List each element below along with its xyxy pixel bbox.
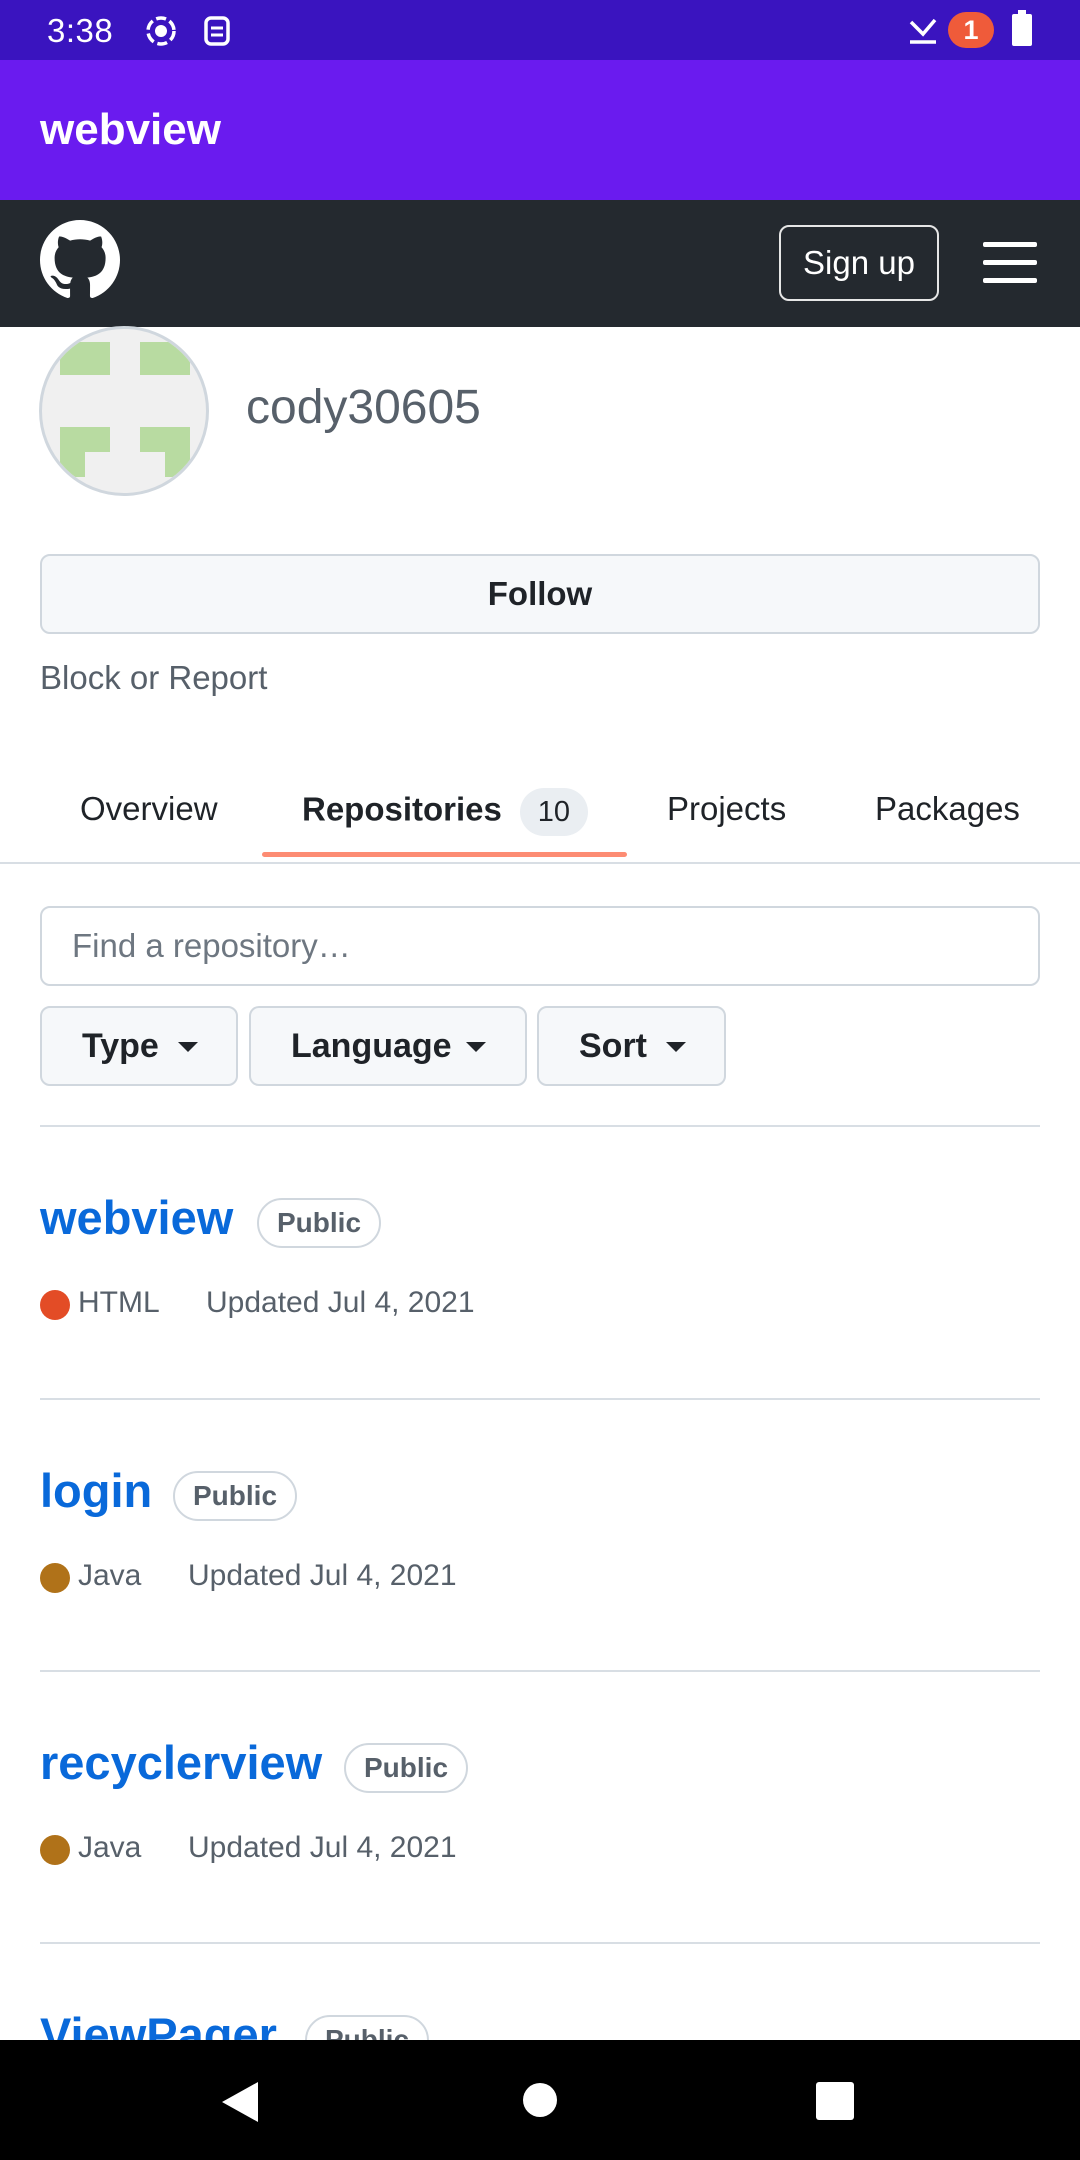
divider bbox=[40, 1670, 1040, 1672]
repo-name-link[interactable]: login bbox=[40, 1463, 152, 1518]
visibility-badge: Public bbox=[173, 1471, 298, 1521]
divider bbox=[40, 1125, 1040, 1127]
filter-label: Type bbox=[82, 1027, 159, 1065]
sort-filter-button[interactable]: Sort bbox=[537, 1006, 726, 1086]
back-icon[interactable] bbox=[222, 2082, 258, 2122]
tab-label: Repositories bbox=[302, 790, 502, 828]
chevron-down-icon bbox=[466, 1042, 486, 1052]
follow-button[interactable]: Follow bbox=[40, 554, 1040, 634]
language-color-dot bbox=[40, 1835, 70, 1865]
tab-overview[interactable]: Overview bbox=[80, 790, 218, 828]
home-icon[interactable] bbox=[523, 2083, 557, 2117]
filter-label: Sort bbox=[579, 1027, 647, 1065]
active-tab-indicator bbox=[262, 852, 627, 857]
language-color-dot bbox=[40, 1563, 70, 1593]
updated-date: Updated Jul 4, 2021 bbox=[206, 1286, 475, 1319]
app-title: webview bbox=[40, 105, 221, 154]
repo-name-link[interactable]: recyclerview bbox=[40, 1735, 322, 1790]
status-time: 3:38 bbox=[47, 12, 114, 49]
repo-name-link[interactable]: webview bbox=[40, 1190, 233, 1245]
avatar[interactable] bbox=[39, 326, 209, 496]
tab-projects[interactable]: Projects bbox=[667, 790, 786, 828]
assistant-icon bbox=[204, 16, 230, 46]
tab-label: Overview bbox=[80, 790, 218, 827]
language-name: Java bbox=[78, 1831, 142, 1864]
screen-record-icon bbox=[146, 16, 176, 46]
visibility-badge: Public bbox=[344, 1743, 469, 1793]
type-filter-button[interactable]: Type bbox=[40, 1006, 238, 1086]
repositories-count-badge: 10 bbox=[519, 788, 588, 836]
sign-up-button[interactable]: Sign up bbox=[779, 225, 939, 301]
repository-search-input[interactable] bbox=[40, 906, 1040, 986]
language-filter-button[interactable]: Language bbox=[249, 1006, 527, 1086]
filter-label: Language bbox=[291, 1027, 452, 1065]
updated-date: Updated Jul 4, 2021 bbox=[188, 1559, 457, 1592]
updated-date: Updated Jul 4, 2021 bbox=[188, 1831, 457, 1864]
language-color-dot bbox=[40, 1290, 70, 1320]
tab-packages[interactable]: Packages bbox=[875, 790, 1020, 828]
language-name: HTML bbox=[78, 1286, 160, 1319]
battery-icon bbox=[1012, 10, 1032, 46]
profile-tabs: Overview Repositories 10 Projects Package… bbox=[0, 770, 1080, 864]
menu-icon[interactable] bbox=[983, 240, 1037, 286]
divider bbox=[40, 1942, 1040, 1944]
tab-label: Projects bbox=[667, 790, 787, 827]
visibility-badge: Public bbox=[257, 1198, 382, 1248]
divider bbox=[40, 1398, 1040, 1400]
recent-apps-icon[interactable] bbox=[816, 2082, 854, 2120]
github-header: Sign up bbox=[0, 200, 1080, 327]
block-or-report-link[interactable]: Block or Report bbox=[40, 659, 267, 697]
tab-label: Packages bbox=[875, 790, 1020, 827]
tab-repositories[interactable]: Repositories 10 bbox=[302, 788, 588, 836]
notification-badge: 1 bbox=[948, 12, 994, 48]
github-logo-icon[interactable] bbox=[40, 220, 120, 300]
app-bar: webview bbox=[0, 60, 1080, 200]
profile-username: cody30605 bbox=[246, 381, 481, 434]
status-bar: 3:38 1 bbox=[0, 0, 1080, 60]
missed-call-icon bbox=[909, 18, 937, 44]
chevron-down-icon bbox=[178, 1042, 198, 1052]
system-navigation-bar bbox=[0, 2040, 1080, 2160]
language-name: Java bbox=[78, 1559, 142, 1592]
chevron-down-icon bbox=[666, 1042, 686, 1052]
